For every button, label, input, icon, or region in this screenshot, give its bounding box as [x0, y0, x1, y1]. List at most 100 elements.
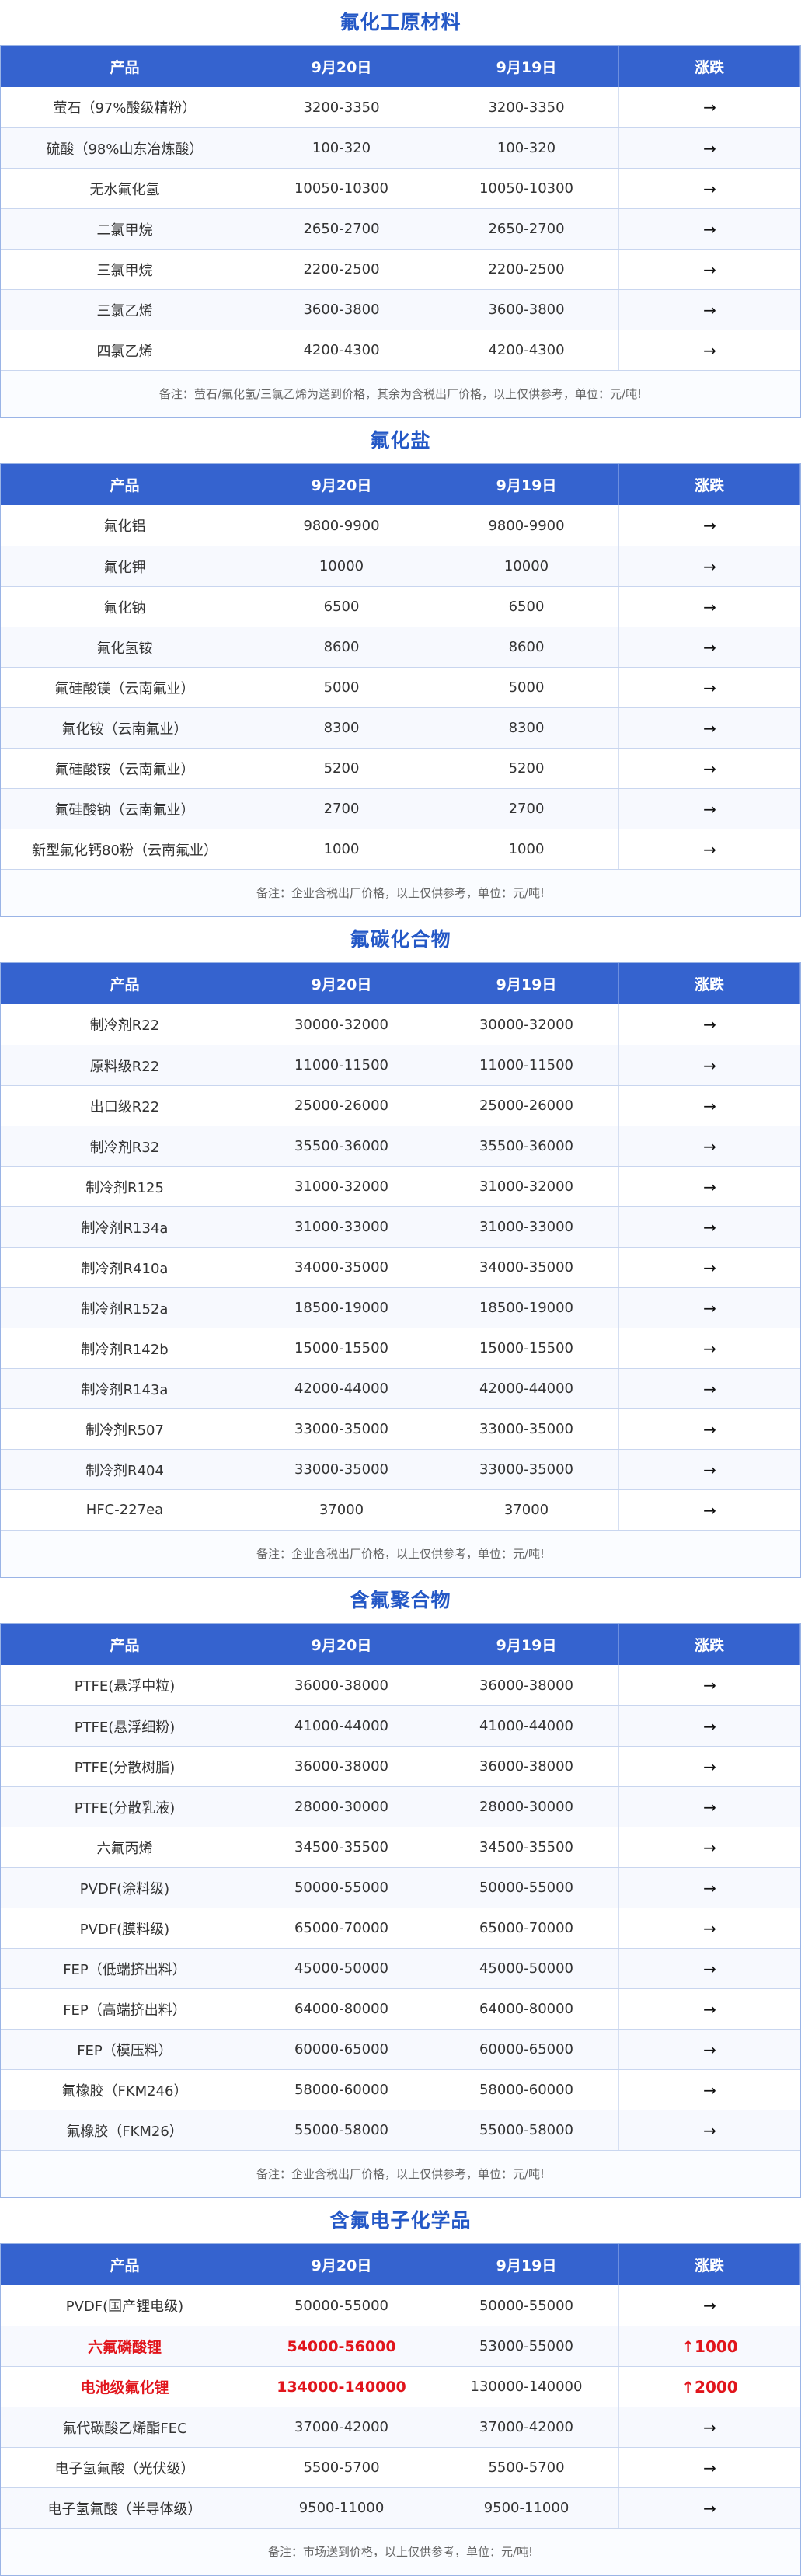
table-row: 制冷剂R142b 15000-15500 15000-15500 → [1, 1328, 800, 1368]
price-current: 35500-36000 [249, 1126, 434, 1166]
price-report: 氟化工原材料 产品 9月20日 9月19日 涨跌 萤石（97%酸级精粉） 3200-3350… [0, 0, 801, 2576]
price-previous: 41000-44000 [434, 1706, 619, 1746]
product-name: 制冷剂R22 [1, 1004, 249, 1045]
price-current: 11000-11500 [249, 1045, 434, 1085]
price-current: 50000-55000 [249, 2285, 434, 2326]
section-title: 含氟聚合物 [350, 1589, 451, 1611]
price-current: 42000-44000 [249, 1369, 434, 1408]
price-current: 34000-35000 [249, 1248, 434, 1287]
product-name: PTFE(悬浮细粉) [1, 1706, 249, 1746]
trend-indicator: → [703, 799, 716, 819]
price-current: 5200 [249, 749, 434, 788]
table-row: FEP（模压料） 60000-65000 60000-65000 → [1, 2029, 800, 2069]
price-table: 产品 9月20日 9月19日 涨跌 PTFE(悬浮中粒) 36000-38000 36000… [0, 1623, 801, 2198]
price-previous: 10050-10300 [434, 169, 619, 208]
table-row: 三氯乙烯 3600-3800 3600-3800 → [1, 289, 800, 330]
table-row: 出口级R22 25000-26000 25000-26000 → [1, 1085, 800, 1126]
table-body: 氟化铝 9800-9900 9800-9900 → 氟化钾 10000 10000 → 氟化钠 6… [1, 505, 800, 869]
table-body: 制冷剂R22 30000-32000 30000-32000 → 原料级R22 11000… [1, 1004, 800, 1530]
product-name: PVDF(膜料级) [1, 1908, 249, 1948]
table-row: PVDF(涂料级) 50000-55000 50000-55000 → [1, 1867, 800, 1908]
price-current: 100-320 [249, 128, 434, 168]
product-name: 制冷剂R32 [1, 1126, 249, 1166]
product-name: 三氯甲烷 [1, 250, 249, 289]
price-previous: 8300 [434, 708, 619, 748]
product-name: 六氟丙烯 [1, 1827, 249, 1867]
column-header: 9月20日 [249, 46, 434, 87]
price-previous: 31000-32000 [434, 1167, 619, 1206]
table-row: 制冷剂R404 33000-35000 33000-35000 → [1, 1449, 800, 1489]
trend-indicator: → [703, 2296, 716, 2315]
price-table: 产品 9月20日 9月19日 涨跌 制冷剂R22 30000-32000 30000-320… [0, 962, 801, 1578]
product-name: HFC-227ea [1, 1490, 249, 1530]
price-previous: 2700 [434, 789, 619, 829]
product-name: 萤石（97%酸级精粉） [1, 87, 249, 127]
price-current: 45000-50000 [249, 1949, 434, 1988]
table-note: 备注：市场送到价格，以上仅供参考，单位：元/吨! [1, 2528, 800, 2575]
price-current: 60000-65000 [249, 2030, 434, 2069]
product-name: PTFE(分散乳液) [1, 1787, 249, 1827]
price-previous: 31000-33000 [434, 1207, 619, 1247]
column-header: 产品 [1, 46, 249, 87]
column-header: 涨跌 [619, 2244, 800, 2285]
table-row: FEP（低端挤出料） 45000-50000 45000-50000 → [1, 1948, 800, 1988]
table-row: 氟硅酸铵（云南氟业） 5200 5200 → [1, 748, 800, 788]
price-previous: 9500-11000 [434, 2488, 619, 2528]
trend-indicator: → [703, 1999, 716, 2019]
product-name: 氟橡胶（FKM246） [1, 2070, 249, 2110]
table-row: 制冷剂R22 30000-32000 30000-32000 → [1, 1004, 800, 1045]
table-row: 无水氟化氢 10050-10300 10050-10300 → [1, 168, 800, 208]
trend-indicator: → [703, 1136, 716, 1156]
price-table: 产品 9月20日 9月19日 涨跌 萤石（97%酸级精粉） 3200-3350 3200-3… [0, 45, 801, 418]
trend-indicator: → [703, 516, 716, 535]
table-row: 氟化钾 10000 10000 → [1, 546, 800, 586]
product-name: 制冷剂R134a [1, 1207, 249, 1247]
section-title: 氟化工原材料 [340, 11, 461, 33]
column-header: 9月20日 [249, 1624, 434, 1665]
product-name: 制冷剂R410a [1, 1248, 249, 1287]
trend-indicator: → [703, 1676, 716, 1695]
table-row: PTFE(悬浮中粒) 36000-38000 36000-38000 → [1, 1665, 800, 1705]
column-header: 9月19日 [434, 46, 619, 87]
price-previous: 130000-140000 [434, 2367, 619, 2407]
price-current: 64000-80000 [249, 1989, 434, 2029]
price-current: 31000-32000 [249, 1167, 434, 1206]
price-current: 3200-3350 [249, 87, 434, 127]
column-header: 涨跌 [619, 963, 800, 1004]
table-header-row: 产品 9月20日 9月19日 涨跌 [1, 963, 800, 1004]
price-current: 30000-32000 [249, 1004, 434, 1045]
trend-indicator: → [703, 1918, 716, 1938]
trend-indicator: → [703, 1177, 716, 1196]
column-header: 产品 [1, 2244, 249, 2285]
price-table: 产品 9月20日 9月19日 涨跌 PVDF(国产锂电级) 50000-55000 5000… [0, 2243, 801, 2576]
table-note: 备注：企业含税出厂价格，以上仅供参考，单位：元/吨! [1, 1530, 800, 1577]
table-row: 氟代碳酸乙烯酯FEC 37000-42000 37000-42000 → [1, 2407, 800, 2447]
column-header: 9月20日 [249, 464, 434, 505]
trend-indicator: → [703, 678, 716, 697]
table-row: 萤石（97%酸级精粉） 3200-3350 3200-3350 → [1, 87, 800, 127]
table-row: 氟橡胶（FKM26） 55000-58000 55000-58000 → [1, 2110, 800, 2150]
table-row: 制冷剂R125 31000-32000 31000-32000 → [1, 1166, 800, 1206]
trend-indicator: → [703, 1379, 716, 1398]
column-header: 9月19日 [434, 1624, 619, 1665]
price-previous: 28000-30000 [434, 1787, 619, 1827]
table-row: 氟硅酸钠（云南氟业） 2700 2700 → [1, 788, 800, 829]
price-current: 31000-33000 [249, 1207, 434, 1247]
trend-indicator: → [703, 759, 716, 778]
price-current: 54000-56000 [249, 2326, 434, 2366]
price-current: 2200-2500 [249, 250, 434, 289]
price-current: 8300 [249, 708, 434, 748]
trend-indicator: → [703, 2417, 716, 2437]
price-previous: 100-320 [434, 128, 619, 168]
trend-indicator: → [703, 2080, 716, 2100]
price-current: 2700 [249, 789, 434, 829]
trend-indicator: ↑2000 [681, 2377, 738, 2396]
table-row: PVDF(膜料级) 65000-70000 65000-70000 → [1, 1908, 800, 1948]
price-previous: 35500-36000 [434, 1126, 619, 1166]
trend-indicator: → [703, 1298, 716, 1318]
price-previous: 25000-26000 [434, 1086, 619, 1126]
price-previous: 42000-44000 [434, 1369, 619, 1408]
trend-indicator: → [703, 2458, 716, 2477]
table-header-row: 产品 9月20日 9月19日 涨跌 [1, 46, 800, 87]
trend-indicator: → [703, 1217, 716, 1237]
